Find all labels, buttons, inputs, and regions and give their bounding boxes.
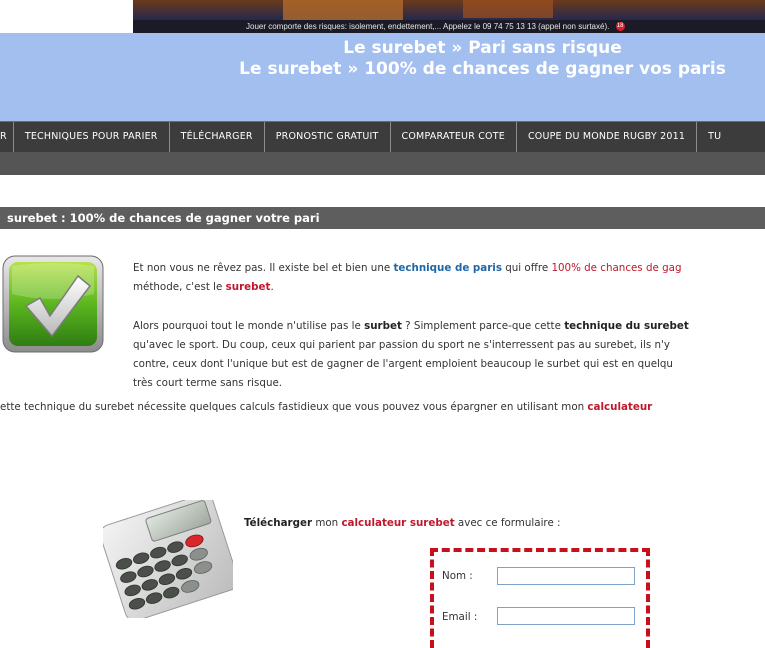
explanation-line3: contre, ceux dont l'unique but est de ga…: [133, 358, 673, 370]
bold-telecharger: Télécharger: [244, 517, 313, 529]
link-surebet[interactable]: surebet: [226, 281, 271, 293]
explanation-line4: très court terme sans risque.: [133, 377, 283, 389]
text: Et non vous ne rêvez pas. Il existe bel …: [133, 262, 394, 274]
text: mon: [312, 517, 342, 529]
nav-item-techniques[interactable]: TECHNIQUES POUR PARIER: [14, 122, 170, 152]
nav-item-comparateur[interactable]: COMPARATEUR COTE: [391, 122, 517, 152]
nav-item-partial-right[interactable]: TU: [697, 122, 732, 152]
intro-line1: Et non vous ne rêvez pas. Il existe bel …: [133, 259, 681, 278]
nav-item-coupe-rugby[interactable]: COUPE DU MONDE RUGBY 2011: [517, 122, 698, 152]
nav-item-telecharger[interactable]: TÉLÉCHARGER: [170, 122, 265, 152]
explanation-line1: Alors pourquoi tout le monde n'utilise p…: [133, 317, 689, 336]
email-input[interactable]: [497, 607, 635, 625]
link-technique-paris[interactable]: technique de paris: [393, 262, 501, 274]
text: ? Simplement parce-que cette: [401, 320, 565, 332]
text: méthode, c'est le: [133, 281, 226, 293]
text: qui offre: [501, 262, 552, 274]
intro-line2: méthode, c'est le surebet.: [133, 278, 681, 297]
sub-nav-bar: [0, 152, 765, 175]
checkmark-icon: [2, 254, 104, 354]
link-calculateur-surebet[interactable]: calculateur surebet: [341, 517, 454, 529]
calculator-image: [99, 493, 239, 622]
nom-input[interactable]: [497, 567, 635, 585]
banner-decoration: [463, 0, 553, 18]
download-form: [430, 548, 650, 648]
download-instruction: Télécharger mon calculateur surebet avec…: [244, 517, 561, 529]
text: Alors pourquoi tout le monde n'utilise p…: [133, 320, 365, 332]
main-nav: R TECHNIQUES POUR PARIER TÉLÉCHARGER PRO…: [0, 121, 765, 153]
top-banner-image: Jouer comporte des risques: isolement, e…: [133, 0, 765, 33]
gambling-warning: Jouer comporte des risques: isolement, e…: [133, 20, 765, 33]
explanation-line2: qu'avec le sport. Du coup, ceux qui pari…: [133, 339, 670, 351]
text: ette technique du surebet nécessite quel…: [0, 401, 588, 413]
text: .: [270, 281, 274, 293]
intro-paragraph: Et non vous ne rêvez pas. Il existe bel …: [133, 259, 681, 297]
calculator-paragraph: ette technique du surebet nécessite quel…: [0, 401, 652, 413]
site-title-line2: Le surebet » 100% de chances de gagner v…: [239, 59, 726, 79]
nav-item-pronostic[interactable]: PRONOSTIC GRATUIT: [265, 122, 391, 152]
banner-decoration: [283, 0, 403, 20]
section-title: surebet : 100% de chances de gagner votr…: [0, 207, 765, 229]
age-18-icon: 18: [615, 22, 625, 32]
nom-label: Nom :: [442, 570, 473, 582]
site-title-line1: Le surebet » Pari sans risque: [343, 38, 622, 58]
bold-surbet: surbet: [364, 320, 402, 332]
nav-item-partial-left[interactable]: R: [0, 122, 14, 152]
explanation-paragraph: Alors pourquoi tout le monde n'utilise p…: [133, 317, 689, 393]
bold-technique-surebet: technique du surebet: [564, 320, 689, 332]
text: avec ce formulaire :: [454, 517, 561, 529]
link-calculateur[interactable]: calculateur: [587, 401, 652, 413]
link-100-chances[interactable]: 100% de chances de gag: [551, 262, 681, 274]
gambling-warning-text: Jouer comporte des risques: isolement, e…: [246, 22, 610, 31]
email-label: Email :: [442, 611, 478, 623]
